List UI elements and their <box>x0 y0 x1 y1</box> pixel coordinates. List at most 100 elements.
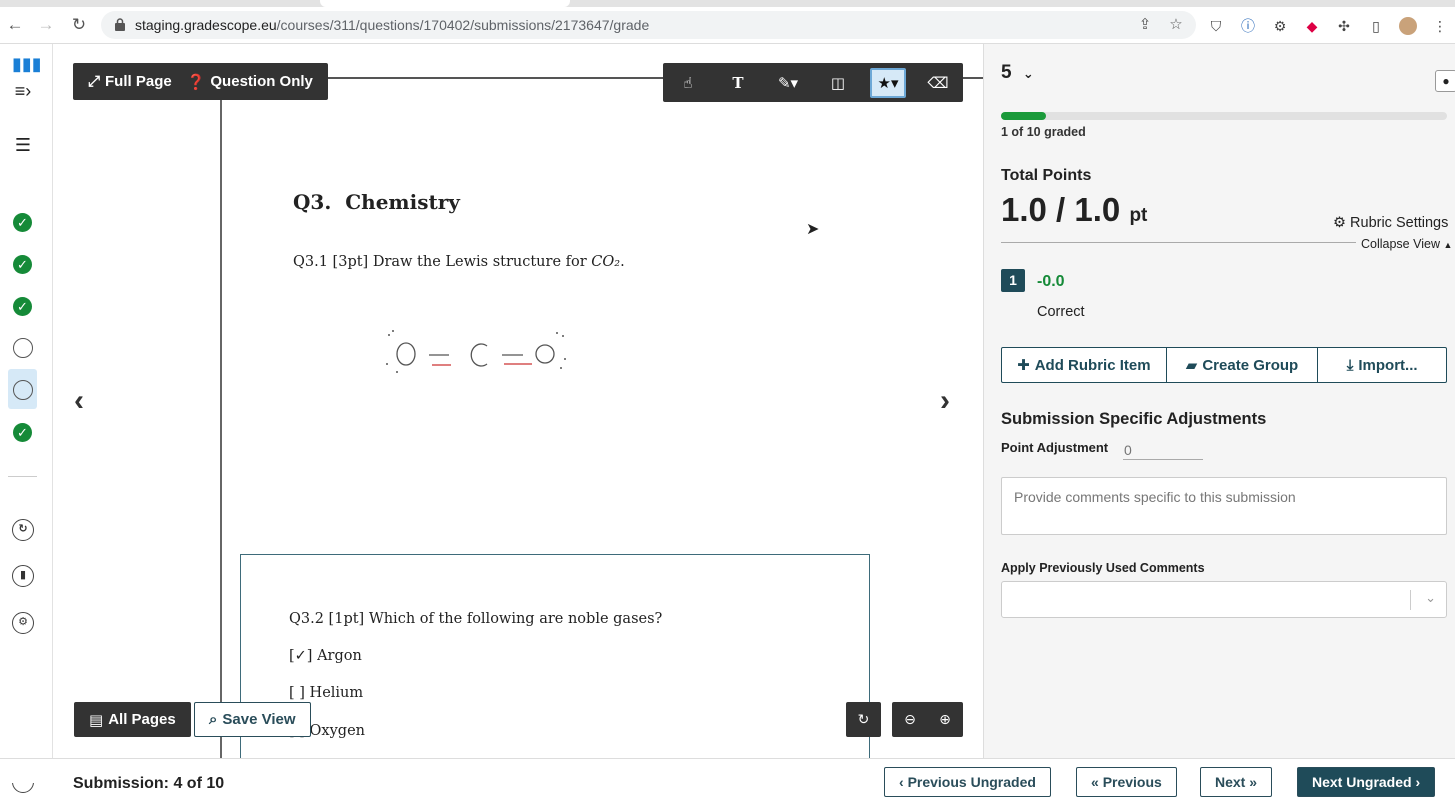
answer-option: [✓] Argon <box>289 648 362 664</box>
point-adjustment-label: Point Adjustment <box>1001 440 1109 455</box>
previous-ungraded-label: Previous Ungraded <box>907 774 1036 790</box>
rubric-item-key[interactable]: 1 <box>1001 269 1025 292</box>
box-tool-icon[interactable]: ◫ <box>813 63 863 102</box>
pen-tool-icon[interactable]: ✎▾ <box>763 63 813 102</box>
rubric-settings-link[interactable]: ⚙ Rubric Settings <box>1333 215 1448 231</box>
create-group-label: Create Group <box>1202 356 1299 374</box>
view-mode-group: ⤢ Full Page ❓ Question Only <box>73 63 328 100</box>
all-pages-label: All Pages <box>108 711 176 728</box>
previous-page-arrow-icon[interactable]: ‹ <box>74 384 84 418</box>
option-checkbox: [ ] <box>289 685 305 701</box>
reload-icon[interactable]: ↻ <box>69 15 89 35</box>
menu-kebab-icon[interactable]: ⋮ <box>1431 17 1449 35</box>
search-icon: ⌕ <box>209 711 218 728</box>
hand-pointer-icon[interactable]: ☝ <box>663 63 713 102</box>
stats-icon[interactable]: ▮ <box>12 565 34 587</box>
question-status-complete-icon[interactable]: ✓ <box>13 255 32 274</box>
rubric-item-description[interactable]: Correct <box>1037 304 1085 320</box>
question-heading-number: Q3. <box>293 190 332 214</box>
question-status-empty-icon[interactable] <box>13 338 33 358</box>
question-status-complete-icon[interactable]: ✓ <box>13 213 32 232</box>
plus-icon: ✚ <box>1017 357 1030 374</box>
gear-extension-icon[interactable]: ⚙ <box>1271 17 1289 35</box>
point-adjustment-input[interactable] <box>1123 440 1203 460</box>
previous-comments-label: Apply Previously Used Comments <box>1001 561 1205 575</box>
page-border <box>220 100 222 758</box>
password-extension-icon[interactable]: ⓘ <box>1239 17 1257 35</box>
question-status-complete-icon[interactable]: ✓ <box>13 423 32 442</box>
browser-tab-strip <box>0 0 1455 7</box>
subquestion-3-1-prompt: Q3.1 [3pt] Draw the Lewis structure for … <box>293 254 625 270</box>
url-host: staging.gradescope.eu <box>135 17 277 33</box>
star-bookmark-icon[interactable]: ☆ <box>1167 16 1185 34</box>
chevron-down-icon: ⌄ <box>1022 66 1034 81</box>
file-icon: ▤ <box>89 711 104 729</box>
eraser-icon[interactable]: ⌫ <box>913 63 963 102</box>
zoom-out-icon[interactable]: ⊖ <box>893 711 928 728</box>
submission-viewer: ⤢ Full Page ❓ Question Only ☝ T ✎▾ ◫ ★▾ ⌫ … <box>54 44 983 758</box>
text-tool-icon[interactable]: T <box>713 63 763 102</box>
previous-comments-select[interactable]: ⌄ <box>1001 581 1447 618</box>
forward-icon[interactable]: → <box>36 15 56 35</box>
collapse-view-label: Collapse View <box>1361 237 1440 251</box>
all-pages-button[interactable]: ▤ All Pages <box>74 702 191 737</box>
question-status-complete-icon[interactable]: ✓ <box>13 297 32 316</box>
total-points-label: Total Points <box>1001 167 1092 184</box>
address-bar[interactable]: staging.gradescope.eu/courses/311/questi… <box>101 11 1196 39</box>
expand-icon: ⤢ <box>88 73 101 90</box>
next-ungraded-button[interactable]: Next Ungraded › <box>1297 767 1436 797</box>
rubric-item-points[interactable]: -0.0 <box>1037 273 1065 291</box>
subquestion-3-1-text: Q3.1 [3pt] Draw the Lewis structure for <box>293 254 587 270</box>
question-status-current-icon[interactable] <box>13 380 33 400</box>
regrade-icon[interactable]: ↻ <box>12 519 34 541</box>
logo-bars-icon[interactable]: ▮▮▮ <box>12 53 42 75</box>
url-text: staging.gradescope.eu/courses/311/questi… <box>135 17 649 33</box>
shield-extension-icon[interactable]: ⛉ <box>1207 17 1225 35</box>
previous-ungraded-button[interactable]: ‹ Previous Ungraded <box>884 767 1051 797</box>
add-rubric-item-button[interactable]: ✚ Add Rubric Item <box>1002 348 1167 382</box>
gear-icon: ⚙ <box>1333 215 1346 231</box>
create-group-button[interactable]: ▰ Create Group <box>1167 348 1319 382</box>
settings-gear-icon[interactable]: ⚙ <box>12 612 34 634</box>
sidepanel-icon[interactable]: ▯ <box>1367 17 1385 35</box>
select-separator <box>1410 590 1411 610</box>
left-icon-rail: ▮▮▮ ≡› ☰ ✓ ✓ ✓ ✓ ↻ ▮ ⚙ <box>0 44 53 793</box>
zoom-in-icon[interactable]: ⊕ <box>928 711 963 728</box>
question-selector[interactable]: 5 ⌄ <box>1001 62 1034 84</box>
rubric-actions: ✚ Add Rubric Item ▰ Create Group ⤓ Import..… <box>1001 347 1447 383</box>
import-button[interactable]: ⤓ Import... <box>1318 348 1446 382</box>
profile-avatar[interactable] <box>1399 17 1417 35</box>
star-stamp-tool-icon[interactable]: ★▾ <box>870 67 906 98</box>
page-border <box>327 77 667 79</box>
save-view-button[interactable]: ⌕ Save View <box>194 702 311 737</box>
submission-comment-field[interactable] <box>1001 477 1447 535</box>
chevron-right-icon: › <box>1411 774 1421 790</box>
submission-navigation-bar: Submission: 4 of 10 ‹ Previous Ungraded … <box>0 758 1455 797</box>
colorful-extension-icon[interactable]: ◆ <box>1303 17 1321 35</box>
puzzle-extension-icon[interactable]: ✣ <box>1335 17 1353 35</box>
question-heading-title: Chemistry <box>345 190 460 214</box>
active-tab[interactable] <box>320 0 570 7</box>
full-page-label: Full Page <box>105 73 172 90</box>
question-only-button[interactable]: ❓ Question Only <box>187 63 328 100</box>
info-toggle-icon[interactable]: ● <box>1435 70 1455 92</box>
double-chevron-right-icon: » <box>1245 774 1258 790</box>
page-border <box>963 77 983 79</box>
double-chevron-left-icon: « <box>1091 774 1103 790</box>
answer-option: [ ] Helium <box>289 685 363 701</box>
adjustments-title: Submission Specific Adjustments <box>1001 410 1267 428</box>
list-icon[interactable]: ☰ <box>12 134 34 156</box>
expand-menu-icon[interactable]: ≡› <box>12 80 34 102</box>
share-icon[interactable]: ⇪ <box>1136 16 1154 34</box>
previous-button[interactable]: « Previous <box>1076 767 1177 797</box>
full-page-button[interactable]: ⤢ Full Page <box>73 63 187 100</box>
option-label: Helium <box>309 685 364 701</box>
rotate-button[interactable]: ↻ <box>846 702 881 737</box>
collapse-view-link[interactable]: Collapse View ▲ <box>1361 237 1452 251</box>
score-unit: pt <box>1129 205 1148 226</box>
back-icon[interactable]: ← <box>5 15 25 35</box>
next-button[interactable]: Next » <box>1200 767 1273 797</box>
co2-formula: CO₂ <box>591 254 621 270</box>
next-page-arrow-icon[interactable]: › <box>940 384 950 418</box>
browser-toolbar: ← → ↻ staging.gradescope.eu/courses/311/… <box>0 7 1455 44</box>
